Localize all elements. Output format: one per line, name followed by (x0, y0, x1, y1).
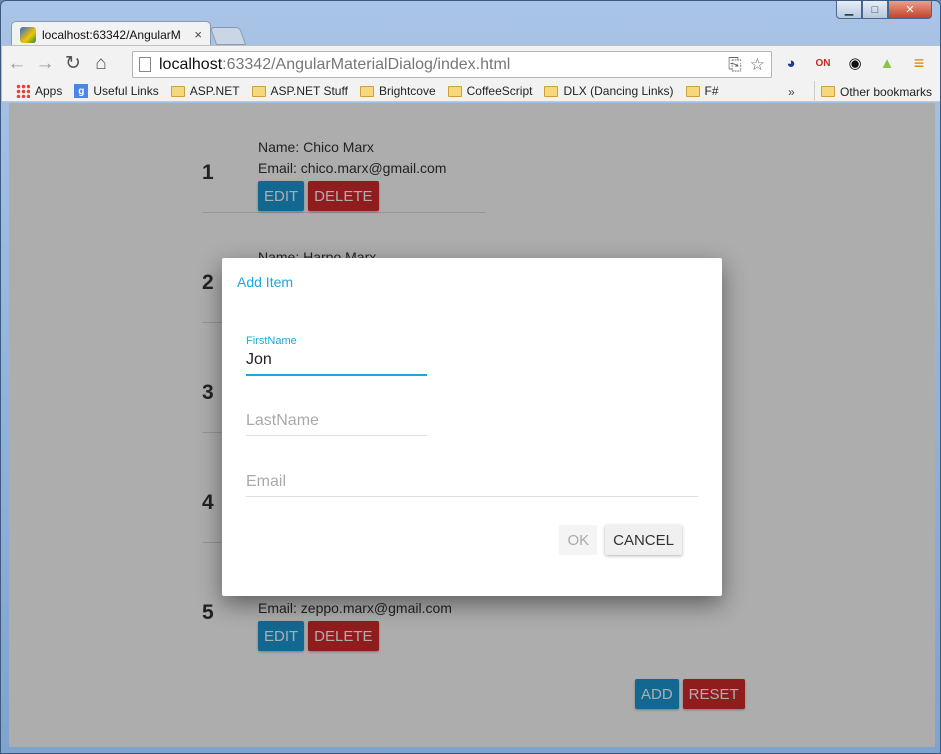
tab-active[interactable]: localhost:63342/AngularM × (11, 21, 211, 47)
apps-icon (16, 84, 30, 98)
bookmark-coffeescript[interactable]: CoffeeScript (447, 84, 532, 98)
last-name-field (246, 410, 427, 436)
bookmark-apps[interactable]: Apps (16, 84, 62, 98)
folder-icon (170, 85, 185, 97)
folder-icon (685, 85, 700, 97)
url-host: localhost (159, 55, 223, 73)
tab-strip: localhost:63342/AngularM × (11, 19, 611, 47)
bookmark-fsharp[interactable]: F# (685, 84, 719, 98)
bookmark-dlx[interactable]: DLX (Dancing Links) (544, 84, 674, 98)
webstorm-favicon-icon (20, 26, 36, 43)
google-icon: g (74, 84, 89, 98)
folder-icon (251, 85, 266, 97)
star-icon[interactable]: ☆ (750, 55, 765, 75)
page-icon (139, 57, 151, 72)
home-button[interactable]: ⌂ (88, 51, 114, 77)
address-bar[interactable]: localhost:63342/AngularMaterialDialog/in… (132, 51, 772, 78)
add-item-dialog: Add Item FirstName OK CANCEL (222, 258, 722, 596)
extension-icons: ◕ ON ◉ ▲ ≡ (780, 52, 930, 74)
bookmarks-bar: Apps g Useful Links ASP.NET ASP.NET Stuf… (2, 81, 940, 102)
tab-close-icon[interactable]: × (194, 27, 202, 42)
cancel-button[interactable]: CANCEL (605, 525, 682, 555)
minimize-button[interactable]: ▁ (836, 1, 862, 19)
url-path: :63342/AngularMaterialDialog/index.html (222, 55, 511, 73)
dialog-title: Add Item (237, 274, 294, 290)
menu-icon[interactable]: ≡ (908, 52, 930, 74)
bookmark-aspnet[interactable]: ASP.NET (170, 84, 240, 98)
android-icon[interactable]: ▲ (876, 52, 898, 74)
page-content: 1 Name: Chico Marx Email: chico.marx@gma… (9, 103, 935, 747)
tab-title: localhost:63342/AngularM (42, 27, 181, 42)
window-controls: ▁ □ ✕ (836, 1, 932, 19)
ok-button[interactable]: OK (559, 525, 598, 555)
close-window-button[interactable]: ✕ (888, 1, 932, 19)
reload-button[interactable]: ↻ (60, 51, 86, 77)
bookmark-brightcove[interactable]: Brightcove (359, 84, 436, 98)
last-name-input[interactable] (246, 410, 427, 436)
forward-button[interactable]: → (32, 51, 58, 77)
bookmark-other[interactable]: Other bookmarks (814, 81, 932, 102)
back-button[interactable]: ← (4, 51, 30, 77)
first-name-label: FirstName (246, 335, 297, 347)
email-input[interactable] (246, 471, 698, 497)
bookmarks-overflow-button[interactable]: » (788, 81, 795, 102)
new-tab-button[interactable] (209, 27, 247, 45)
folder-icon (544, 85, 559, 97)
speedometer-icon[interactable]: ◕ (780, 52, 802, 74)
folder-icon (821, 86, 835, 97)
first-name-field: FirstName (246, 335, 427, 376)
browser-window: ▁ □ ✕ localhost:63342/AngularM × ← → ↻ ⌂… (0, 0, 941, 754)
screencast-on-icon[interactable]: ON (812, 52, 834, 74)
dialog-actions: OK CANCEL (559, 525, 682, 555)
eye-icon[interactable]: ◉ (844, 52, 866, 74)
maximize-button[interactable]: □ (862, 1, 888, 19)
folder-icon (359, 85, 374, 97)
email-field (246, 471, 698, 497)
bookmark-aspnet-stuff[interactable]: ASP.NET Stuff (251, 84, 348, 98)
page-action-icon[interactable]: ⎘ (728, 55, 742, 75)
first-name-input[interactable] (246, 349, 427, 376)
folder-icon (447, 85, 462, 97)
browser-toolbar: ← → ↻ ⌂ localhost:63342/AngularMaterialD… (2, 45, 940, 81)
bookmark-useful-links[interactable]: g Useful Links (74, 84, 159, 98)
